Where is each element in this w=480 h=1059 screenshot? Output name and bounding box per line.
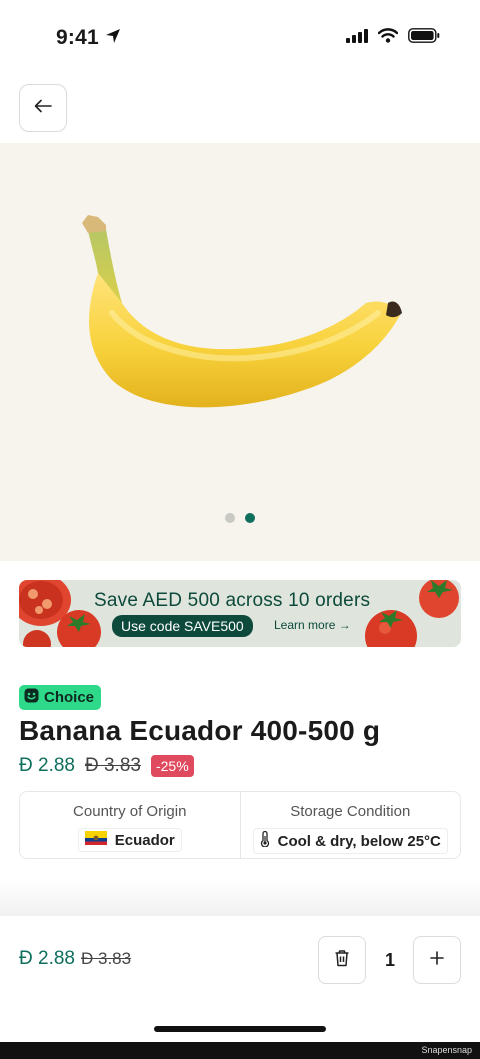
- discount-badge: -25%: [150, 755, 194, 777]
- ecuador-flag-icon: [84, 831, 107, 849]
- home-indicator[interactable]: [154, 1026, 326, 1032]
- bottom-cart-bar: Đ 2.88 Đ 3.83 1: [0, 916, 480, 1042]
- wifi-icon: [377, 28, 399, 48]
- watermark-strip: Snapensnap: [0, 1042, 480, 1059]
- attribute-value-text: Cool & dry, below 25°C: [277, 832, 441, 850]
- location-arrow-icon: [105, 26, 121, 50]
- current-price: Đ 2.88: [19, 755, 75, 776]
- battery-icon: [408, 28, 440, 48]
- thermometer-icon: [260, 830, 270, 851]
- trash-icon: [334, 949, 350, 972]
- pagination-dot-2[interactable]: [245, 513, 255, 523]
- attribute-value: Cool & dry, below 25°C: [252, 828, 448, 854]
- cart-price: Đ 2.88 Đ 3.83: [19, 948, 131, 970]
- promo-code-pill: Use code SAVE500: [112, 615, 253, 637]
- quantity-value: 1: [384, 950, 395, 970]
- status-icons: [346, 28, 440, 48]
- arrow-left-icon: [34, 99, 52, 118]
- attribute-country-of-origin: Country of Origin Ecuador: [20, 792, 240, 858]
- price-row: Đ 2.88 Đ 3.83 -25%: [19, 755, 194, 777]
- remove-from-cart-button[interactable]: [318, 936, 366, 984]
- attribute-label: Country of Origin: [73, 803, 187, 820]
- bottom-bar-shadow: [0, 878, 480, 918]
- smiley-icon: [24, 688, 39, 707]
- attribute-value-text: Ecuador: [114, 831, 175, 849]
- promo-learn-more-link[interactable]: Learn more →: [274, 618, 351, 632]
- increase-quantity-button[interactable]: [413, 936, 461, 984]
- back-button[interactable]: [19, 84, 67, 132]
- promo-banner[interactable]: Save AED 500 across 10 orders Use code S…: [19, 580, 461, 647]
- watermark-text: Snapensnap: [421, 1045, 472, 1055]
- cellular-signal-icon: [346, 28, 368, 48]
- product-title: Banana Ecuador 400-500 g: [19, 715, 381, 746]
- gallery-pagination: [0, 513, 480, 523]
- cart-current-price: Đ 2.88: [19, 948, 75, 969]
- pagination-dot-1[interactable]: [225, 513, 235, 523]
- status-bar: 9:41: [0, 0, 480, 78]
- plus-icon: [430, 950, 444, 970]
- product-image-gallery[interactable]: [0, 143, 480, 561]
- banana-image: [82, 215, 402, 408]
- product-attributes-card: Country of Origin Ecuador Storage Condit…: [19, 791, 461, 859]
- original-price: Đ 3.83: [84, 755, 141, 776]
- choice-badge: Choice: [19, 685, 102, 710]
- attribute-label: Storage Condition: [290, 803, 411, 820]
- cart-original-price: Đ 3.83: [80, 949, 132, 968]
- promo-title: Save AED 500 across 10 orders: [94, 590, 371, 611]
- attribute-value: Ecuador: [77, 828, 182, 852]
- attribute-storage-condition: Storage Condition Cool & dry, below 25°C: [239, 792, 461, 858]
- status-time: 9:41: [56, 26, 121, 50]
- choice-badge-label: Choice: [44, 689, 95, 706]
- clock: 9:41: [56, 26, 99, 49]
